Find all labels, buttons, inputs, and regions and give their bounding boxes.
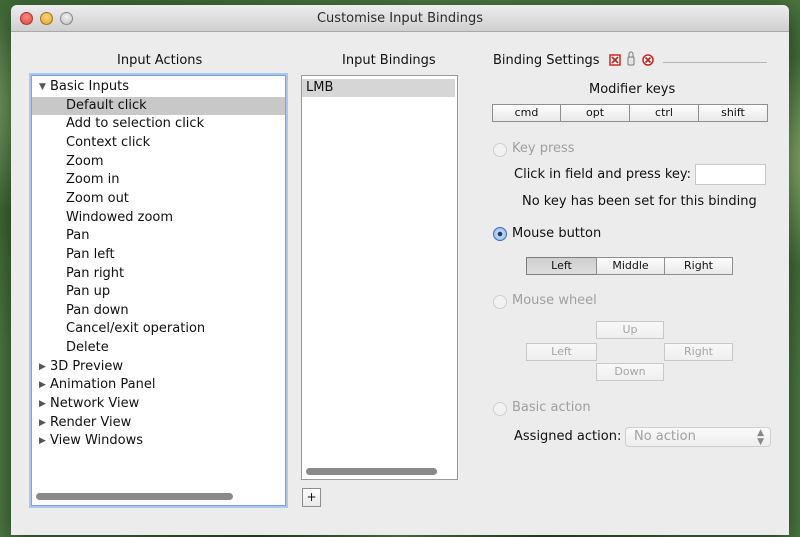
window-title: Customise Input Bindings	[316, 11, 483, 26]
tree-item[interactable]: Pan up	[32, 283, 285, 301]
input-actions-header: Input Actions	[117, 53, 203, 68]
tree-item-label: Pan	[66, 228, 90, 244]
tree-item-label: Delete	[66, 340, 109, 356]
modifier-ctrl-button[interactable]: ctrl	[629, 104, 699, 122]
tree-item-label: Basic Inputs	[50, 79, 129, 94]
modifier-keys-header: Modifier keys	[589, 82, 676, 97]
tree-item[interactable]: Windowed zoom	[32, 209, 285, 227]
tree-item-label: Network View	[50, 396, 140, 412]
mouse-wheel-radio[interactable]	[493, 295, 507, 309]
assigned-action-select[interactable]: No action ▲ ▼	[625, 427, 771, 447]
modifier-cmd-button[interactable]: cmd	[492, 104, 561, 122]
tree-item[interactable]: Cancel/exit operation	[32, 320, 285, 338]
disclosure-closed-icon[interactable]: ▶	[39, 358, 46, 376]
tree-item[interactable]: Zoom	[32, 153, 285, 171]
key-status-text: No key has been set for this binding	[522, 194, 757, 209]
assigned-action-label: Assigned action:	[514, 429, 622, 444]
key-capture-field[interactable]	[695, 164, 766, 185]
tree-item-label: Add to selection click	[66, 116, 205, 132]
wheel-left-button[interactable]: Left	[526, 343, 597, 361]
mouse-right-button[interactable]: Right	[664, 257, 733, 275]
modifier-opt-button[interactable]: opt	[560, 104, 630, 122]
key-press-label: Key press	[512, 141, 575, 156]
tree-item[interactable]: Pan right	[32, 265, 285, 283]
basic-action-radio[interactable]	[493, 402, 507, 416]
tree-item-label: View Windows	[50, 433, 144, 449]
tree-item-label: Context click	[66, 134, 151, 150]
tree-item-label: Animation Panel	[50, 377, 156, 393]
wheel-down-button[interactable]: Down	[596, 363, 664, 381]
key-press-radio[interactable]	[493, 143, 507, 157]
disclosure-closed-icon[interactable]: ▶	[39, 395, 46, 413]
binding-item[interactable]: LMB	[302, 79, 455, 97]
tree-group[interactable]: ▶ 3D Preview	[32, 358, 285, 376]
mouse-wheel-label: Mouse wheel	[512, 293, 597, 308]
tree-item-label: Windowed zoom	[66, 209, 174, 225]
tree-item-label: Default click	[66, 97, 147, 113]
select-arrows-icon: ▲ ▼	[757, 428, 764, 447]
mouse-left-button[interactable]: Left	[526, 257, 597, 275]
tree-item-label: Pan left	[66, 246, 115, 262]
tree-item[interactable]: Default click	[32, 96, 285, 115]
add-binding-button[interactable]: +	[302, 488, 321, 507]
tree-item[interactable]: Pan left	[32, 246, 285, 264]
key-press-instruction: Click in field and press key:	[514, 167, 692, 182]
basic-action-label: Basic action	[512, 400, 591, 415]
tree-group[interactable]: ▶ Animation Panel	[32, 376, 285, 394]
tree-item-label: Cancel/exit operation	[66, 321, 206, 337]
title-bar: Customise Input Bindings	[11, 5, 789, 32]
clear-red-icon[interactable]	[642, 54, 654, 66]
tree-group[interactable]: ▶ Network View	[32, 395, 285, 413]
tree-group[interactable]: ▶ Render View	[32, 414, 285, 432]
bindings-window: Customise Input Bindings Input Actions ▼…	[11, 5, 789, 535]
disclosure-closed-icon[interactable]: ▶	[39, 414, 46, 432]
disclosure-closed-icon[interactable]: ▶	[39, 376, 46, 394]
tree-item[interactable]: Pan down	[32, 302, 285, 320]
tree-group[interactable]: ▼ Basic Inputs	[32, 78, 285, 96]
tree-item-label: Zoom	[66, 153, 104, 169]
tree-item[interactable]: Add to selection click	[32, 115, 285, 133]
tree-item-label: 3D Preview	[50, 358, 124, 374]
tree-item[interactable]: Zoom in	[32, 171, 285, 189]
tree-item-label: Pan down	[66, 302, 129, 318]
tree-item-label: Zoom out	[66, 190, 129, 206]
mouse-middle-button[interactable]: Middle	[596, 257, 665, 275]
bindings-horizontal-scrollbar[interactable]	[306, 468, 437, 475]
tree-item-label: Pan up	[66, 284, 111, 300]
delete-red-icon[interactable]	[609, 54, 621, 66]
tree-item[interactable]: Context click	[32, 134, 285, 152]
disclosure-closed-icon[interactable]: ▶	[39, 432, 46, 450]
header-divider	[663, 62, 767, 63]
input-bindings-list: LMB	[301, 75, 458, 480]
mouse-button-label: Mouse button	[512, 226, 602, 241]
tree-horizontal-scrollbar[interactable]	[36, 493, 233, 500]
input-actions-tree: ▼ Basic Inputs Default click Add to selecti…	[31, 75, 286, 506]
tree-item-label: Render View	[50, 414, 132, 430]
binding-settings-header: Binding Settings	[493, 53, 600, 68]
tree-group[interactable]: ▶ View Windows	[32, 432, 285, 450]
tree-item-label: Zoom in	[66, 172, 120, 188]
input-bindings-header: Input Bindings	[342, 53, 436, 68]
modifier-shift-button[interactable]: shift	[698, 104, 768, 122]
mouse-button-radio[interactable]	[493, 227, 507, 241]
tree-item[interactable]: Zoom out	[32, 190, 285, 208]
wheel-right-button[interactable]: Right	[664, 343, 733, 361]
tree-item-label: Pan right	[66, 265, 125, 281]
wheel-up-button[interactable]: Up	[596, 321, 664, 339]
tree-item[interactable]: Pan	[32, 227, 285, 245]
tree-item[interactable]: Delete	[32, 339, 285, 357]
disclosure-open-icon[interactable]: ▼	[39, 78, 46, 96]
lock-icon[interactable]	[627, 51, 635, 66]
